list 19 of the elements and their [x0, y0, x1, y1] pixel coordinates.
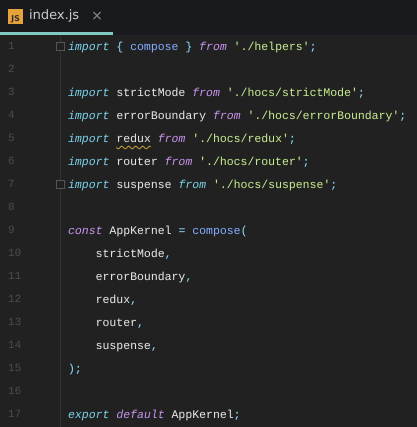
code-line: errorBoundary, — [94, 271, 192, 284]
code-line: redux, — [94, 294, 138, 307]
code-line: import router from './hocs/router'; — [68, 156, 310, 169]
code-line: suspense, — [94, 340, 158, 353]
code-line: import strictMode from './hocs/strictMode'; — [68, 87, 365, 100]
close-button[interactable]: × — [91, 9, 103, 23]
code-line: strictMode, — [94, 248, 172, 261]
code-line: ); — [68, 363, 82, 376]
fold-icon[interactable] — [56, 42, 65, 51]
code-line: import redux from './hocs/redux'; — [68, 133, 296, 146]
code-line: export default AppKernel; — [68, 409, 241, 422]
code-line: import suspense from './hocs/suspense'; — [68, 179, 338, 192]
js-file-icon: JS — [8, 8, 23, 24]
code-line: router, — [94, 317, 144, 330]
code-line: const AppKernel = compose( — [68, 225, 248, 238]
code-line: import errorBoundary from './hocs/errorBoundary'; — [68, 110, 406, 123]
tab-label: index.js — [29, 7, 80, 26]
fold-icon[interactable] — [56, 180, 65, 189]
code-line: import { compose } from './helpers'; — [68, 41, 316, 54]
